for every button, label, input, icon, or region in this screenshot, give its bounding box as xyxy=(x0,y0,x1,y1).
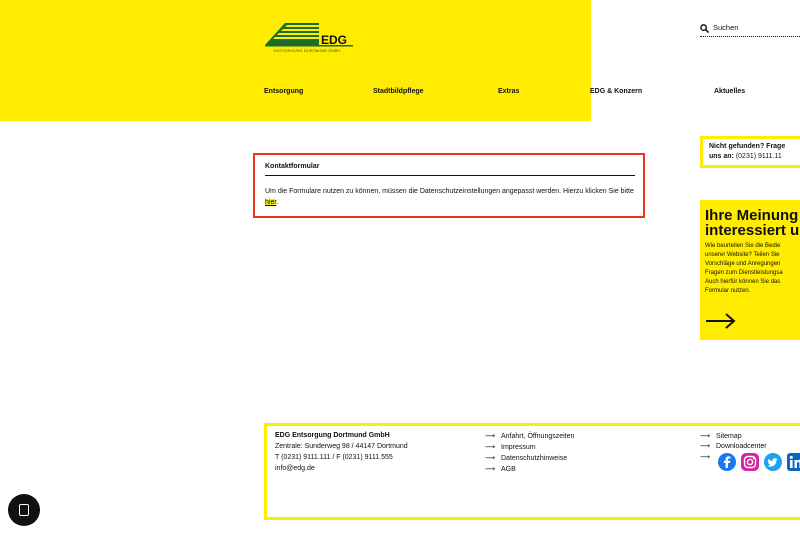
arrow-icon: ⟶ xyxy=(485,455,496,462)
feedback-text-line: Auch hierfür können Sie das xyxy=(705,279,781,285)
feedback-text-line: unserer Website? Teilen Sie xyxy=(705,252,780,258)
footer: EDG Entsorgung Dortmund GmbH Zentrale: S… xyxy=(264,423,800,520)
privacy-settings-link[interactable]: hier xyxy=(265,199,277,206)
footer-link-datenschutz[interactable]: ⟶ Datenschutzhinweise xyxy=(485,454,567,462)
footer-link-label: AGB xyxy=(501,466,516,473)
feedback-title: Ihre Meinung interessiert u xyxy=(705,208,799,238)
consent-settings-button[interactable] xyxy=(8,494,40,526)
contact-title: Kontaktformular xyxy=(265,163,320,170)
footer-email[interactable]: info@edg.de xyxy=(275,465,315,472)
feedback-text-line: Vorschläge und Anregungen xyxy=(705,261,781,267)
contact-period: . xyxy=(276,199,279,206)
footer-link-label: Datenschutzhinweise xyxy=(501,455,568,462)
footer-link-label: Sitemap xyxy=(716,433,742,440)
not-found-phone-number[interactable]: (0231) 9111.11 xyxy=(734,153,782,160)
feedback-title-line2: interessiert u xyxy=(705,222,800,239)
feedback-text-line: Wie beurteilen Sie die Bedie xyxy=(705,243,781,249)
not-found-box: Nicht gefunden? Frage uns an: (0231) 911… xyxy=(700,136,800,168)
arrow-icon: ⟶ xyxy=(700,433,711,440)
not-found-title: Nicht gefunden? Frage xyxy=(709,143,786,150)
contact-message: Um die Formulare nutzen zu können, müsse… xyxy=(265,188,634,195)
footer-social-arrow: ⟶ xyxy=(700,453,716,461)
contact-text: Um die Formulare nutzen zu können, müsse… xyxy=(265,186,640,208)
logo-text: EDG xyxy=(321,33,348,47)
feedback-text-line: Fragen zum Dienstleistungsa xyxy=(705,270,783,276)
feedback-text: Wie beurteilen Sie die Bedie unserer Web… xyxy=(705,242,800,296)
facebook-icon[interactable] xyxy=(718,453,736,471)
footer-link-sitemap[interactable]: ⟶ Sitemap xyxy=(700,432,742,440)
feedback-teaser[interactable]: Ihre Meinung interessiert u Wie beurteil… xyxy=(700,200,800,340)
arrow-icon: ⟶ xyxy=(700,454,711,461)
search-icon xyxy=(700,24,709,33)
nav-aktuelles[interactable]: Aktuelles xyxy=(714,88,745,95)
search-label: Suchen xyxy=(713,23,739,32)
search-input[interactable]: Suchen xyxy=(700,22,800,37)
feedback-title-line1: Ihre Meinung xyxy=(705,207,799,224)
footer-link-anfahrt[interactable]: ⟶ Anfahrt, Öffnungszeiten xyxy=(485,432,574,440)
logo-subtitle: ENTSORGUNG DORTMUND GMBH xyxy=(274,48,341,53)
footer-link-label: Downloadcenter xyxy=(716,443,767,450)
arrow-icon: ⟶ xyxy=(485,466,496,473)
arrow-icon: ⟶ xyxy=(700,443,711,450)
footer-link-impressum[interactable]: ⟶ Impressum xyxy=(485,443,536,451)
footer-phone: T (0231) 9111.111 / F (0231) 9111.555 xyxy=(275,454,393,461)
footer-link-label: Impressum xyxy=(501,444,536,451)
not-found-phone: uns an: (0231) 9111.11 xyxy=(709,153,782,160)
instagram-icon[interactable] xyxy=(741,453,759,471)
nav-entsorgung[interactable]: Entsorgung xyxy=(264,88,303,95)
arrow-icon: ⟶ xyxy=(485,433,496,440)
arrow-icon: ⟶ xyxy=(485,444,496,451)
nav-stadtbildpflege[interactable]: Stadtbildpflege xyxy=(373,88,424,95)
nav-extras[interactable]: Extras xyxy=(498,88,519,95)
footer-company: EDG Entsorgung Dortmund GmbH xyxy=(275,432,390,439)
feedback-text-line: Formular nutzen. xyxy=(705,288,751,294)
not-found-phone-label: uns an: xyxy=(709,153,734,160)
linkedin-icon[interactable] xyxy=(787,453,800,471)
footer-link-downloadcenter[interactable]: ⟶ Downloadcenter xyxy=(700,442,767,450)
twitter-icon[interactable] xyxy=(764,453,782,471)
cookie-icon xyxy=(19,504,29,516)
nav-edg-konzern[interactable]: EDG & Konzern xyxy=(590,88,642,95)
contact-form-notice: Kontaktformular Um die Formulare nutzen … xyxy=(253,153,645,218)
arrow-right-icon[interactable] xyxy=(705,313,737,329)
contact-divider xyxy=(265,175,635,176)
footer-link-label: Anfahrt, Öffnungszeiten xyxy=(501,433,575,440)
footer-link-agb[interactable]: ⟶ AGB xyxy=(485,465,516,473)
footer-address: Zentrale: Sunderweg 98 / 44147 Dortmund xyxy=(275,443,408,450)
